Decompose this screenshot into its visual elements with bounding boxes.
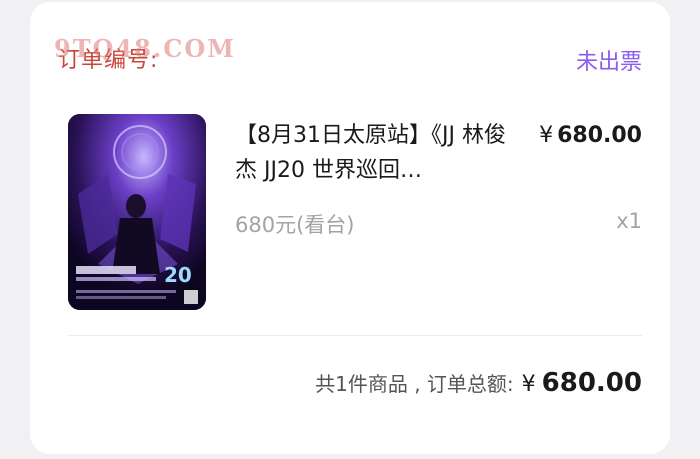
ticket-spec: 680元(看台)	[235, 213, 355, 237]
price-currency: ¥	[539, 123, 554, 148]
order-status: 未出票	[575, 50, 642, 75]
ticket-title[interactable]: 【8月31日太原站】《JJ 林俊杰 JJ20 世界巡回…	[235, 118, 525, 188]
order-card[interactable]: 订单编号: 9TQ48.COM 未出票 20 【8月31日太原站】《JJ 林俊杰…	[30, 2, 670, 454]
item-price: ¥680.00	[539, 118, 642, 153]
concert-poster-image[interactable]: 20	[68, 114, 206, 310]
watermark-logo: 9TQ48.COM	[54, 34, 236, 63]
order-summary: 共1件商品 , 订单总额: ¥ 680.00	[315, 368, 642, 398]
svg-text:20: 20	[164, 263, 192, 287]
total-amount: 680.00	[541, 368, 642, 398]
divider	[68, 335, 642, 336]
summary-label: 共1件商品 , 订单总额:	[315, 372, 514, 396]
price-amount: 680.00	[557, 123, 642, 148]
poster-artwork: 20	[68, 114, 206, 310]
item-quantity: x1	[616, 209, 642, 233]
total-currency: ¥	[521, 372, 536, 397]
